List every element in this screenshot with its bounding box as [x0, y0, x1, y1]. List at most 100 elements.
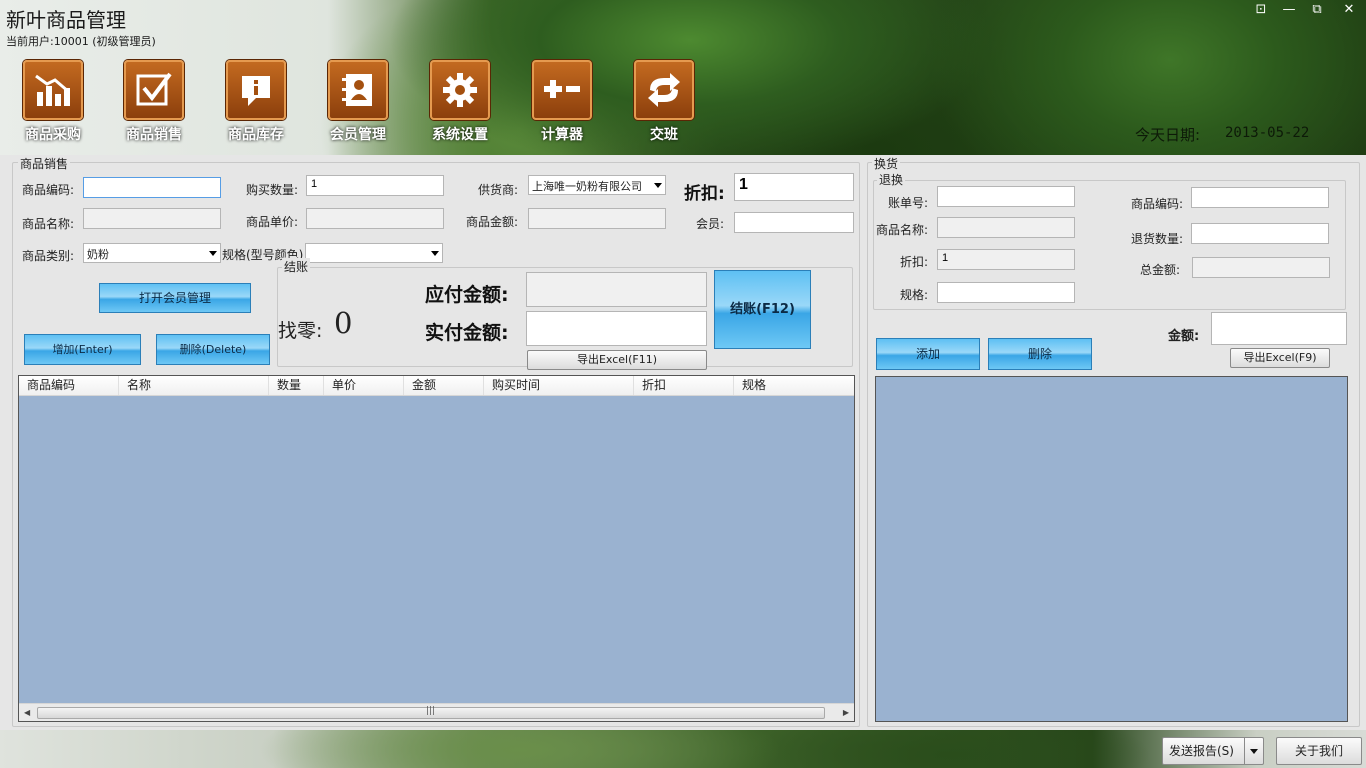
- member-input[interactable]: [734, 212, 854, 233]
- total-amount-label: 总金额:: [1139, 263, 1180, 277]
- sales-table[interactable]: 商品编码 名称 数量 单价 金额 购买时间 折扣 规格 ◀ ||| ▶: [18, 375, 855, 722]
- return-qty-label: 退货数量:: [1130, 232, 1183, 246]
- exchange-amount-label: 金额:: [1168, 329, 1200, 344]
- exchange-product-name-label: 商品名称:: [875, 223, 928, 237]
- column-header-price[interactable]: 单价: [324, 376, 404, 395]
- product-code-label: 商品编码:: [21, 183, 74, 197]
- sales-table-header: 商品编码 名称 数量 单价 金额 购买时间 折扣 规格: [19, 376, 854, 396]
- product-name-input[interactable]: [83, 208, 221, 229]
- discount-input[interactable]: 1: [734, 173, 854, 201]
- category-select-value: 奶粉: [87, 248, 109, 261]
- unit-price-label: 商品单价:: [245, 215, 298, 229]
- column-header-name[interactable]: 名称: [119, 376, 269, 395]
- change-label: 找零:: [278, 320, 323, 342]
- return-group-title: 退换: [877, 171, 906, 188]
- restore-layout-button[interactable]: ⊡: [1252, 3, 1270, 17]
- column-header-qty[interactable]: 数量: [269, 376, 324, 395]
- column-header-code[interactable]: 商品编码: [19, 376, 119, 395]
- nav-shift[interactable]: 交班: [620, 60, 710, 146]
- nav-inventory-label: 商品库存: [228, 127, 284, 143]
- exchange-product-name-input[interactable]: [937, 217, 1075, 238]
- nav-sales-label: 商品销售: [126, 127, 182, 143]
- plus-minus-icon: [532, 60, 592, 120]
- horizontal-scrollbar[interactable]: ◀ ||| ▶: [19, 703, 854, 721]
- open-member-button[interactable]: 打开会员管理: [99, 283, 251, 313]
- quantity-label: 购买数量:: [245, 183, 298, 197]
- nav-shift-label: 交班: [650, 127, 678, 143]
- column-header-time[interactable]: 购买时间: [484, 376, 634, 395]
- exchange-delete-button[interactable]: 删除: [988, 338, 1092, 370]
- payable-input[interactable]: [526, 272, 707, 307]
- amount-label: 商品金额:: [465, 215, 518, 229]
- member-label: 会员:: [695, 217, 724, 231]
- close-button[interactable]: ✕: [1340, 3, 1358, 17]
- about-us-button[interactable]: 关于我们: [1276, 737, 1362, 765]
- paid-input[interactable]: [526, 311, 707, 346]
- change-value: 0: [334, 306, 353, 340]
- checkout-button[interactable]: 结账(F12): [714, 270, 811, 349]
- minimize-button[interactable]: —: [1280, 3, 1298, 17]
- scroll-left-icon[interactable]: ◀: [24, 708, 30, 717]
- nav-sales[interactable]: 商品销售: [110, 60, 200, 146]
- exchange-discount-label: 折扣:: [899, 255, 928, 269]
- bill-no-input[interactable]: [937, 186, 1075, 207]
- exchange-add-button[interactable]: 添加: [876, 338, 980, 370]
- product-code-input[interactable]: [83, 177, 221, 198]
- nav-inventory[interactable]: 商品库存: [212, 60, 302, 146]
- export-sales-button[interactable]: 导出Excel(F11): [527, 350, 707, 370]
- swap-arrows-icon: [634, 60, 694, 120]
- header-banner: 新叶商品管理 当前用户:10001 (初级管理员) ⊡ — ⧉ ✕ 商品采购 商…: [0, 0, 1366, 155]
- delete-item-button[interactable]: 删除(Delete): [156, 334, 270, 365]
- exchange-spec-input[interactable]: [937, 282, 1075, 303]
- payable-label: 应付金额:: [425, 284, 509, 306]
- nav-settings-label: 系统设置: [432, 127, 488, 143]
- return-qty-input[interactable]: [1191, 223, 1329, 244]
- send-report-label: 发送报告(S): [1169, 744, 1234, 758]
- total-amount-input[interactable]: [1192, 257, 1330, 278]
- unit-price-input[interactable]: [306, 208, 444, 229]
- supplier-select[interactable]: 上海唯一奶粉有限公司: [528, 175, 666, 195]
- maximize-button[interactable]: ⧉: [1308, 3, 1326, 17]
- app-title: 新叶商品管理: [6, 8, 126, 32]
- nav-calculator[interactable]: 计算器: [518, 60, 608, 146]
- exchange-spec-label: 规格:: [899, 288, 928, 302]
- exchange-discount-input[interactable]: 1: [937, 249, 1075, 270]
- checkout-group-title: 结账: [282, 258, 311, 275]
- scrollbar-thumb[interactable]: |||: [37, 706, 825, 719]
- discount-label: 折扣:: [684, 184, 725, 204]
- today-date-label: 今天日期:: [1135, 126, 1201, 144]
- info-bubble-icon: [226, 60, 286, 120]
- nav-settings[interactable]: 系统设置: [416, 60, 506, 146]
- checkbox-icon: [124, 60, 184, 120]
- gear-icon: [430, 60, 490, 120]
- chevron-down-icon: [1250, 749, 1258, 754]
- column-header-discount[interactable]: 折扣: [634, 376, 734, 395]
- nav-purchase[interactable]: 商品采购: [9, 60, 99, 146]
- exchange-amount-input[interactable]: [1211, 312, 1347, 345]
- paid-label: 实付金额:: [425, 322, 509, 344]
- contact-book-icon: [328, 60, 388, 120]
- supplier-select-value: 上海唯一奶粉有限公司: [532, 180, 642, 193]
- supplier-label: 供货商:: [477, 183, 518, 197]
- bill-no-label: 账单号:: [887, 196, 928, 210]
- column-header-amount[interactable]: 金额: [404, 376, 484, 395]
- send-report-button[interactable]: 发送报告(S): [1162, 737, 1264, 765]
- exchange-table[interactable]: [875, 376, 1348, 722]
- footer-bar: 发送报告(S) 关于我们: [0, 730, 1366, 768]
- category-select[interactable]: 奶粉: [83, 243, 221, 263]
- nav-members[interactable]: 会员管理: [314, 60, 404, 146]
- column-header-spec[interactable]: 规格: [734, 376, 854, 395]
- spec-select[interactable]: [305, 243, 443, 263]
- send-report-dropdown[interactable]: [1244, 738, 1264, 764]
- quantity-input[interactable]: 1: [306, 175, 444, 196]
- current-user: 当前用户:10001 (初级管理员): [6, 35, 156, 48]
- amount-input[interactable]: [528, 208, 666, 229]
- scroll-right-icon[interactable]: ▶: [843, 708, 849, 717]
- export-exchange-button[interactable]: 导出Excel(F9): [1230, 348, 1330, 368]
- chevron-down-icon: [431, 251, 439, 256]
- exchange-product-code-input[interactable]: [1191, 187, 1329, 208]
- add-item-button[interactable]: 增加(Enter): [24, 334, 141, 365]
- exchange-group-title: 换货: [872, 155, 901, 172]
- grip-icon: |||: [426, 706, 436, 716]
- nav-members-label: 会员管理: [330, 127, 386, 143]
